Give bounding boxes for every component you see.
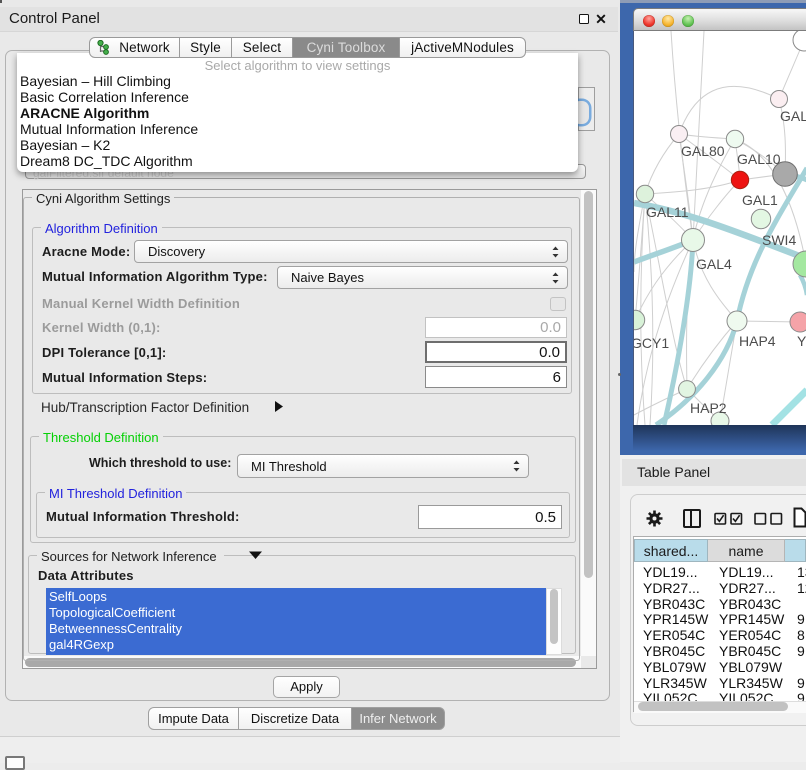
svg-text:HAP4: HAP4 xyxy=(739,333,776,349)
svg-text:YM: YM xyxy=(797,333,806,349)
svg-text:GAL1: GAL1 xyxy=(742,192,778,208)
svg-text:GCY1: GCY1 xyxy=(633,335,669,351)
svg-text:SWI4: SWI4 xyxy=(762,232,796,248)
svg-text:GAL10: GAL10 xyxy=(737,151,781,167)
svg-text:HAP2: HAP2 xyxy=(690,400,727,416)
svg-text:GAL4: GAL4 xyxy=(696,256,732,272)
svg-text:GAL7: GAL7 xyxy=(780,108,806,124)
svg-text:GAL11: GAL11 xyxy=(646,204,689,220)
svg-text:GAL80: GAL80 xyxy=(681,143,725,159)
